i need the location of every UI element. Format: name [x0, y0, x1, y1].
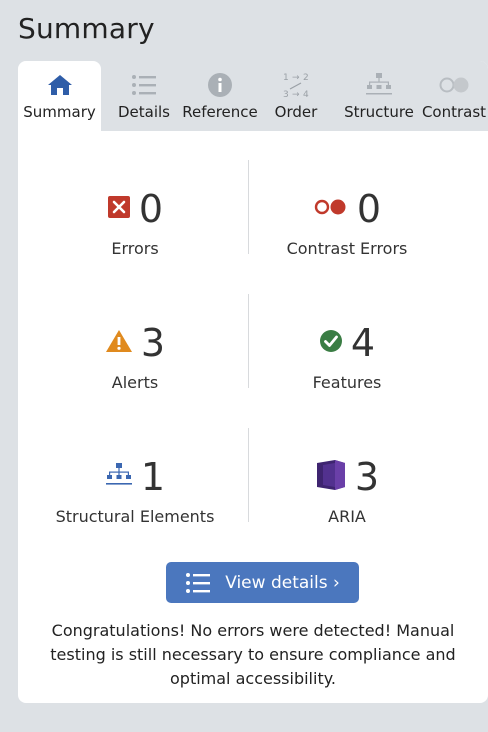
svg-text:3: 3 [283, 90, 289, 100]
error-icon [107, 195, 131, 223]
aria-label: ARIA [328, 507, 366, 526]
tab-order-label: Order [274, 103, 318, 121]
features-label: Features [312, 373, 382, 392]
alerts-count: 3 [140, 321, 166, 365]
tab-contrast-label: Contrast [421, 103, 487, 121]
home-icon [47, 68, 73, 102]
svg-text:2: 2 [303, 73, 309, 83]
summary-card: Summary Details Reference 1 → 2 3 → 4 Or… [18, 61, 488, 703]
svg-text:→: → [292, 90, 300, 100]
errors-count: 0 [138, 187, 164, 231]
structural-elements-label: Structural Elements [55, 507, 215, 526]
view-details-button[interactable]: View details › [166, 562, 359, 603]
summary-panel: Summary Summary Details Reference 1 → 2 … [8, 0, 488, 732]
stat-alerts: 3 Alerts [25, 319, 245, 392]
contrast-icon [437, 68, 471, 102]
view-details-label: View details › [225, 572, 340, 593]
list-icon [186, 572, 211, 593]
stat-contrast-errors: 0 Contrast Errors [237, 185, 457, 258]
contrast-errors-count: 0 [356, 187, 382, 231]
tab-contrast[interactable]: Contrast [420, 61, 488, 131]
feature-icon [319, 329, 343, 357]
svg-text:→: → [292, 73, 300, 83]
tab-reference-label: Reference [182, 103, 258, 121]
tab-structure-label: Structure [344, 103, 414, 121]
tab-order[interactable]: 1 → 2 3 → 4 Order [266, 61, 326, 131]
stat-errors: 0 Errors [25, 185, 245, 258]
tab-summary[interactable]: Summary [18, 61, 101, 131]
tab-summary-label: Summary [23, 103, 96, 121]
svg-text:4: 4 [303, 90, 309, 100]
tab-bar: Summary Details Reference 1 → 2 3 → 4 Or… [18, 61, 488, 131]
alert-icon [105, 329, 133, 357]
tab-details[interactable]: Details [104, 61, 184, 131]
features-count: 4 [350, 321, 376, 365]
alerts-label: Alerts [111, 373, 159, 392]
info-icon [207, 68, 233, 102]
panel-title: Summary [18, 12, 155, 45]
svg-text:1: 1 [283, 73, 289, 83]
contrast-errors-label: Contrast Errors [286, 239, 408, 258]
aria-icon [315, 459, 347, 495]
structure-icon [105, 462, 133, 492]
result-message: Congratulations! No errors were detected… [50, 621, 456, 688]
stat-aria: 3 ARIA [237, 453, 457, 526]
structure-icon [365, 68, 393, 102]
contrast-error-icon [313, 197, 349, 221]
stat-features: 4 Features [237, 319, 457, 392]
errors-label: Errors [111, 239, 159, 258]
tab-details-label: Details [117, 103, 170, 121]
tab-structure[interactable]: Structure [338, 61, 420, 131]
aria-count: 3 [354, 455, 380, 499]
order-icon: 1 → 2 3 → 4 [281, 68, 311, 102]
tab-reference[interactable]: Reference [178, 61, 262, 131]
stat-structural-elements: 1 Structural Elements [25, 453, 245, 526]
list-icon [131, 68, 157, 102]
structural-elements-count: 1 [140, 455, 166, 499]
